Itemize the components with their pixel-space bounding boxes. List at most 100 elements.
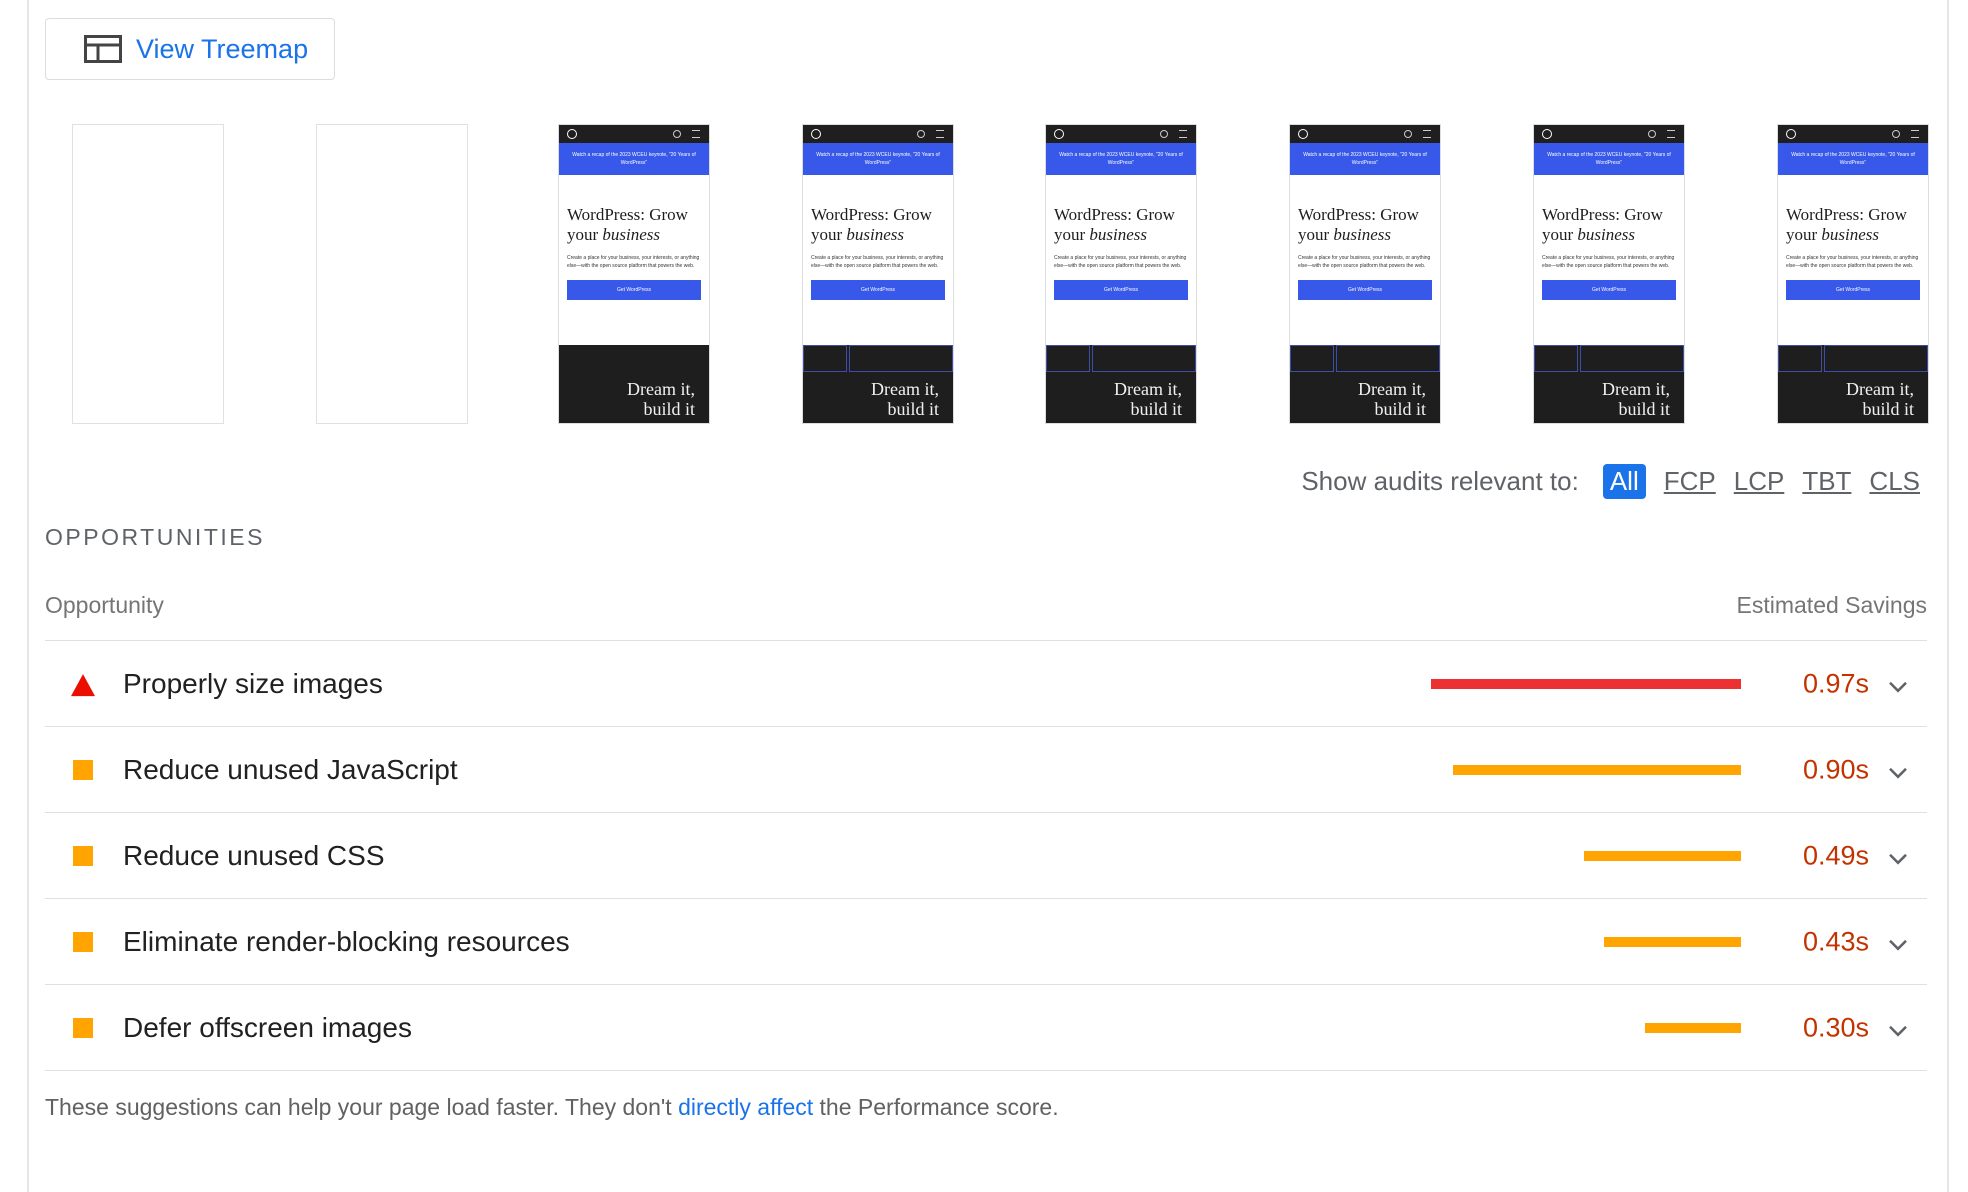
audit-filter-bar: Show audits relevant to: All FCP LCP TBT… bbox=[1301, 464, 1920, 499]
orange-square-icon bbox=[73, 845, 93, 866]
view-treemap-button[interactable]: View Treemap bbox=[45, 18, 335, 80]
filmstrip-frame: Watch a recap of the 2023 WCEU keynote, … bbox=[1533, 124, 1685, 424]
audit-filter-label: Show audits relevant to: bbox=[1301, 466, 1579, 496]
frame-header bbox=[1046, 125, 1196, 143]
menu-icon bbox=[1911, 130, 1919, 138]
wordpress-logo-icon bbox=[567, 129, 577, 139]
opportunity-row[interactable]: Reduce unused JavaScript 0.90s bbox=[45, 726, 1927, 812]
frame-cta-button: Get WordPress bbox=[811, 280, 945, 300]
filmstrip-frame: Watch a recap of the 2023 WCEU keynote, … bbox=[558, 124, 710, 424]
filter-chip-lcp[interactable]: LCP bbox=[1734, 466, 1785, 497]
frame-body: WordPress: Grow your business Create a pla… bbox=[803, 175, 953, 325]
frame-headline: WordPress: Grow your business bbox=[567, 205, 688, 244]
frame-banner: Watch a recap of the 2023 WCEU keynote, … bbox=[1778, 143, 1928, 175]
frame-header bbox=[1534, 125, 1684, 143]
opportunity-row[interactable]: Properly size images 0.97s bbox=[45, 640, 1927, 726]
opportunity-row[interactable]: Reduce unused CSS 0.49s bbox=[45, 812, 1927, 898]
frame-cta-button: Get WordPress bbox=[1054, 280, 1188, 300]
chevron-down-icon[interactable] bbox=[1887, 1023, 1909, 1037]
opportunity-title: Defer offscreen images bbox=[123, 1011, 412, 1043]
search-icon bbox=[1404, 130, 1412, 138]
search-icon bbox=[673, 130, 681, 138]
frame-banner: Watch a recap of the 2023 WCEU keynote, … bbox=[803, 143, 953, 175]
search-icon bbox=[917, 130, 925, 138]
frame-tagline: Dream it, build it bbox=[1602, 379, 1670, 419]
frame-paragraph: Create a place for your business, your i… bbox=[1786, 255, 1919, 269]
treemap-icon bbox=[84, 35, 122, 63]
frame-paragraph: Create a place for your business, your i… bbox=[1054, 255, 1187, 269]
savings-bar bbox=[1431, 678, 1741, 689]
frame-tagline: Dream it, build it bbox=[1114, 379, 1182, 419]
savings-value: 0.43s bbox=[1802, 926, 1869, 956]
frame-cta-button: Get WordPress bbox=[1786, 280, 1920, 300]
frame-banner: Watch a recap of the 2023 WCEU keynote, … bbox=[559, 143, 709, 175]
chevron-down-icon[interactable] bbox=[1887, 937, 1909, 951]
frame-header bbox=[559, 125, 709, 143]
frame-tagline: Dream it, build it bbox=[1358, 379, 1426, 419]
savings-bar bbox=[1584, 850, 1741, 861]
savings-value: 0.30s bbox=[1802, 1012, 1869, 1042]
savings-value: 0.97s bbox=[1802, 668, 1869, 698]
search-icon bbox=[1160, 130, 1168, 138]
wordpress-logo-icon bbox=[1298, 129, 1308, 139]
table-divider bbox=[45, 1070, 1927, 1071]
column-header-opportunity: Opportunity bbox=[45, 592, 164, 618]
frame-headline: WordPress: Grow your business bbox=[1298, 205, 1419, 244]
filmstrip-frame: Watch a recap of the 2023 WCEU keynote, … bbox=[1777, 124, 1929, 424]
frame-cta-button: Get WordPress bbox=[1298, 280, 1432, 300]
frame-headline: WordPress: Grow your business bbox=[811, 205, 932, 244]
wordpress-logo-icon bbox=[1054, 129, 1064, 139]
frame-body: WordPress: Grow your business Create a pla… bbox=[559, 175, 709, 325]
filmstrip-frame bbox=[316, 124, 468, 424]
frame-banner: Watch a recap of the 2023 WCEU keynote, … bbox=[1534, 143, 1684, 175]
wordpress-logo-icon bbox=[811, 129, 821, 139]
filter-chip-all[interactable]: All bbox=[1602, 464, 1646, 499]
frame-dark-section: Dream it, build it bbox=[559, 345, 709, 423]
opportunity-title: Reduce unused JavaScript bbox=[123, 753, 458, 785]
filter-chip-tbt[interactable]: TBT bbox=[1802, 466, 1851, 497]
frame-dark-section: Dream it, build it bbox=[1778, 345, 1928, 423]
filmstrip: Watch a recap of the 2023 WCEU keynote, … bbox=[0, 124, 1968, 424]
frame-body: WordPress: Grow your business Create a pla… bbox=[1534, 175, 1684, 325]
search-icon bbox=[1648, 130, 1656, 138]
frame-header bbox=[1778, 125, 1928, 143]
savings-value: 0.49s bbox=[1802, 840, 1869, 870]
chevron-down-icon[interactable] bbox=[1887, 679, 1909, 693]
footnote-text: These suggestions can help your page loa… bbox=[45, 1094, 679, 1120]
filter-chip-fcp[interactable]: FCP bbox=[1664, 466, 1716, 497]
frame-tagline: Dream it, build it bbox=[1846, 379, 1914, 419]
opportunity-row[interactable]: Defer offscreen images 0.30s bbox=[45, 984, 1927, 1070]
frame-dark-section: Dream it, build it bbox=[1534, 345, 1684, 423]
footnote: These suggestions can help your page loa… bbox=[45, 1094, 1059, 1121]
chevron-down-icon[interactable] bbox=[1887, 851, 1909, 865]
filmstrip-frame: Watch a recap of the 2023 WCEU keynote, … bbox=[1045, 124, 1197, 424]
frame-paragraph: Create a place for your business, your i… bbox=[1542, 255, 1675, 269]
savings-bar bbox=[1453, 764, 1741, 775]
frame-banner: Watch a recap of the 2023 WCEU keynote, … bbox=[1046, 143, 1196, 175]
frame-banner: Watch a recap of the 2023 WCEU keynote, … bbox=[1290, 143, 1440, 175]
filmstrip-frame bbox=[72, 124, 224, 424]
filter-chip-cls[interactable]: CLS bbox=[1869, 466, 1920, 497]
menu-icon bbox=[1423, 130, 1431, 138]
frame-body: WordPress: Grow your business Create a pla… bbox=[1290, 175, 1440, 325]
section-title: OPPORTUNITIES bbox=[45, 524, 265, 550]
opportunity-row[interactable]: Eliminate render-blocking resources 0.43… bbox=[45, 898, 1927, 984]
wordpress-logo-icon bbox=[1542, 129, 1552, 139]
directly-affect-link[interactable]: directly affect bbox=[678, 1094, 813, 1120]
chevron-down-icon[interactable] bbox=[1887, 765, 1909, 779]
orange-square-icon bbox=[73, 1017, 93, 1038]
frame-header bbox=[803, 125, 953, 143]
filmstrip-frame: Watch a recap of the 2023 WCEU keynote, … bbox=[802, 124, 954, 424]
frame-tagline: Dream it, build it bbox=[627, 379, 695, 419]
filmstrip-frame: Watch a recap of the 2023 WCEU keynote, … bbox=[1289, 124, 1441, 424]
menu-icon bbox=[1179, 130, 1187, 138]
savings-value: 0.90s bbox=[1802, 754, 1869, 784]
opportunity-title: Properly size images bbox=[123, 667, 383, 699]
menu-icon bbox=[692, 130, 700, 138]
frame-body: WordPress: Grow your business Create a pla… bbox=[1778, 175, 1928, 325]
column-header-savings: Estimated Savings bbox=[1736, 592, 1927, 618]
footnote-text-end: the Performance score. bbox=[813, 1094, 1059, 1120]
search-icon bbox=[1892, 130, 1900, 138]
frame-dark-section: Dream it, build it bbox=[1046, 345, 1196, 423]
frame-header bbox=[1290, 125, 1440, 143]
